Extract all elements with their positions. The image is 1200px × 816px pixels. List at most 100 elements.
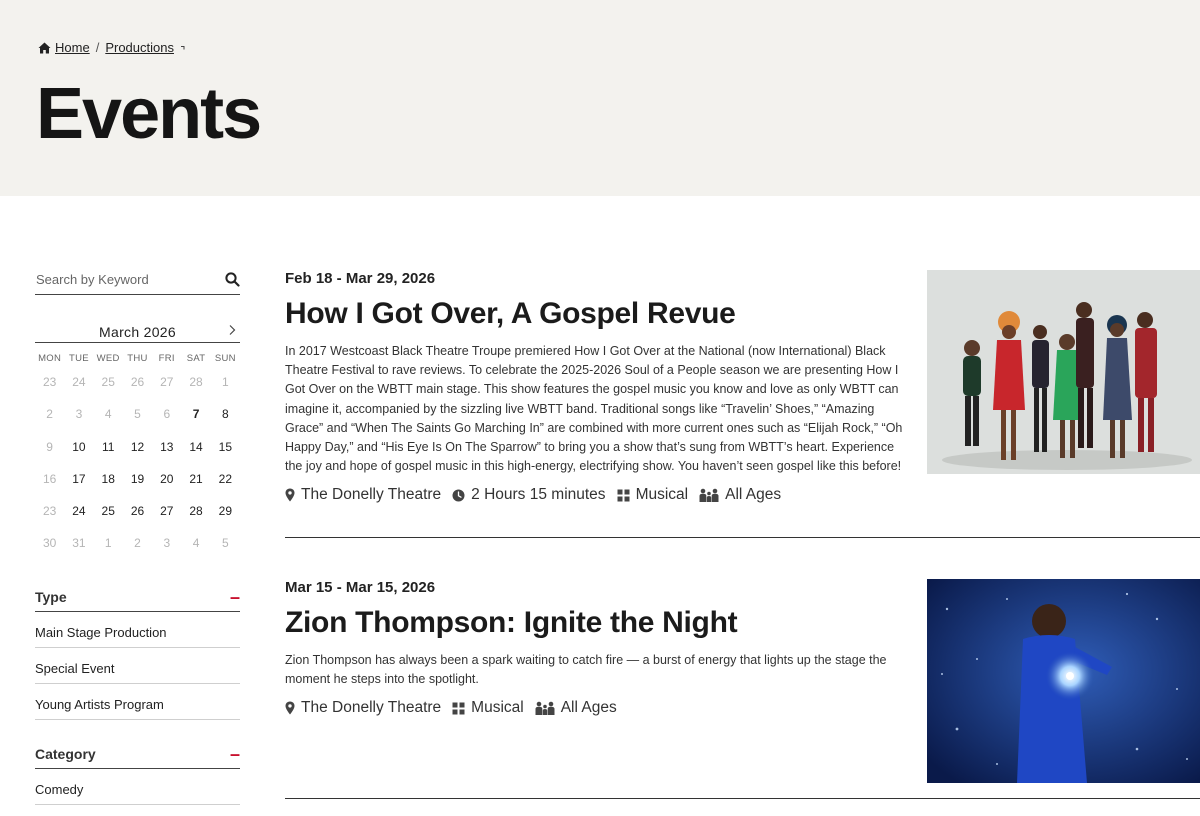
calendar-day[interactable]: 11 [94, 434, 123, 466]
calendar-day[interactable]: 9 [35, 434, 64, 466]
calendar-day-selected[interactable]: 7 [181, 401, 210, 433]
page-header: Home / Productions Events [0, 0, 1200, 196]
event-venue-label: The Donelly Theatre [301, 699, 442, 717]
filter-type: Type – Main Stage Production Special Eve… [35, 585, 240, 720]
collapse-icon[interactable]: – [230, 588, 240, 606]
event-venue-label: The Donelly Theatre [301, 486, 442, 504]
breadcrumb-separator: / [95, 40, 100, 55]
event-audience: All Ages [535, 699, 617, 717]
calendar-day[interactable]: 21 [181, 466, 210, 498]
grid-icon [452, 702, 465, 715]
calendar-day[interactable]: 5 [123, 401, 152, 433]
calendar-day[interactable]: 29 [211, 498, 240, 530]
calendar-grid: MON TUE WED THU FRI SAT SUN 23 24 25 26 27 28 1 2 3 4 5 6 7… [35, 349, 240, 563]
calendar-weekday: SUN [214, 353, 236, 364]
breadcrumb-home[interactable]: Home [38, 40, 90, 55]
calendar-day[interactable]: 24 [64, 498, 93, 530]
calendar-day[interactable]: 17 [64, 466, 93, 498]
location-pin-icon [285, 701, 295, 715]
home-icon [38, 42, 51, 53]
grid-icon [617, 489, 630, 502]
calendar-day[interactable]: 25 [94, 498, 123, 530]
event-genre-label: Musical [635, 486, 689, 504]
calendar-weekday: TUE [68, 353, 89, 364]
filter-category-header[interactable]: Category – [35, 742, 240, 769]
filter-option-young-artists[interactable]: Young Artists Program [35, 684, 240, 720]
calendar-day[interactable]: 27 [152, 498, 181, 530]
event-description: Zion Thompson has always been a spark wa… [285, 653, 887, 687]
event-card: Mar 15 - Mar 15, 2026 Zion Thompson: Ign… [285, 579, 1200, 799]
calendar-day[interactable]: 8 [211, 401, 240, 433]
calendar-day[interactable]: 19 [123, 466, 152, 498]
calendar-day[interactable]: 15 [211, 434, 240, 466]
event-genre: Musical [617, 486, 689, 504]
breadcrumb-productions-link[interactable]: Productions [105, 40, 174, 55]
calendar-day[interactable]: 2 [123, 530, 152, 562]
calendar-day[interactable]: 14 [181, 434, 210, 466]
event-audience: All Ages [699, 486, 781, 504]
calendar-day[interactable]: 28 [181, 498, 210, 530]
search-input[interactable] [35, 271, 205, 287]
calendar-day[interactable]: 16 [35, 466, 64, 498]
event-venue: The Donelly Theatre [285, 486, 441, 504]
event-image-gospel-cast[interactable] [927, 270, 1200, 474]
calendar-day[interactable]: 12 [123, 434, 152, 466]
calendar-day[interactable]: 26 [123, 498, 152, 530]
filter-option-comedy[interactable]: Comedy [35, 769, 240, 805]
filter-option-special-event[interactable]: Special Event [35, 648, 240, 684]
page-title: Events [36, 74, 262, 154]
clock-icon [452, 489, 465, 502]
calendar-day[interactable]: 13 [152, 434, 181, 466]
family-icon [699, 489, 719, 503]
event-genre: Musical [452, 699, 524, 717]
calendar-day[interactable]: 27 [152, 369, 181, 401]
calendar-day[interactable]: 20 [152, 466, 181, 498]
sidebar-filters: March 2026 MONTUEWEDTHUFRISATSUN23242526… [35, 268, 240, 805]
filter-option-main-stage[interactable]: Main Stage Production [35, 612, 240, 648]
calendar-day[interactable]: 6 [152, 401, 181, 433]
calendar-weekday: MON [38, 353, 62, 364]
performer-photo [927, 579, 1200, 783]
calendar-day[interactable]: 2 [35, 401, 64, 433]
collapse-icon[interactable]: – [230, 745, 240, 763]
calendar-day[interactable]: 10 [64, 434, 93, 466]
filter-category-title: Category [35, 745, 96, 762]
filter-type-title: Type [35, 588, 67, 605]
calendar-weekday: THU [127, 353, 148, 364]
calendar-day[interactable]: 4 [181, 530, 210, 562]
search-icon[interactable] [225, 271, 240, 287]
calendar-day[interactable]: 23 [35, 498, 64, 530]
event-image-zion-thompson[interactable] [927, 579, 1200, 783]
event-duration-label: 2 Hours 15 minutes [471, 486, 606, 504]
calendar-day[interactable]: 24 [64, 369, 93, 401]
event-audience-label: All Ages [725, 486, 782, 504]
event-description: In 2017 Westcoast Black Theatre Troupe p… [285, 344, 903, 474]
calendar-day[interactable]: 26 [123, 369, 152, 401]
calendar-weekday: SAT [186, 353, 206, 364]
calendar-day[interactable]: 31 [64, 530, 93, 562]
calendar-day[interactable]: 3 [152, 530, 181, 562]
calendar-day[interactable]: 1 [211, 369, 240, 401]
calendar-day[interactable]: 30 [35, 530, 64, 562]
search-box [35, 268, 240, 295]
event-meta: The Donelly Theatre 2 Hours 15 minutes M… [285, 486, 1200, 504]
filter-type-header[interactable]: Type – [35, 585, 240, 612]
calendar-month-label: March 2026 [99, 323, 176, 340]
calendar-day[interactable]: 23 [35, 369, 64, 401]
breadcrumb-home-link[interactable]: Home [55, 40, 90, 55]
chevron-right-icon[interactable] [228, 324, 236, 336]
event-card: Feb 18 - Mar 29, 2026 How I Got Over, A … [285, 270, 1200, 538]
calendar-day[interactable]: 28 [181, 369, 210, 401]
calendar-day[interactable]: 18 [94, 466, 123, 498]
calendar-day[interactable]: 25 [94, 369, 123, 401]
calendar-day[interactable]: 4 [94, 401, 123, 433]
location-pin-icon [285, 488, 295, 502]
event-venue: The Donelly Theatre [285, 699, 441, 717]
calendar-day[interactable]: 22 [211, 466, 240, 498]
calendar-day[interactable]: 5 [211, 530, 240, 562]
calendar: March 2026 MON TUE WED THU FRI SAT SUN 23 24 25 26… [35, 321, 240, 563]
calendar-day[interactable]: 1 [94, 530, 123, 562]
calendar-day[interactable]: 3 [64, 401, 93, 433]
calendar-weekday: FRI [158, 353, 175, 364]
cast-photo [927, 270, 1200, 474]
